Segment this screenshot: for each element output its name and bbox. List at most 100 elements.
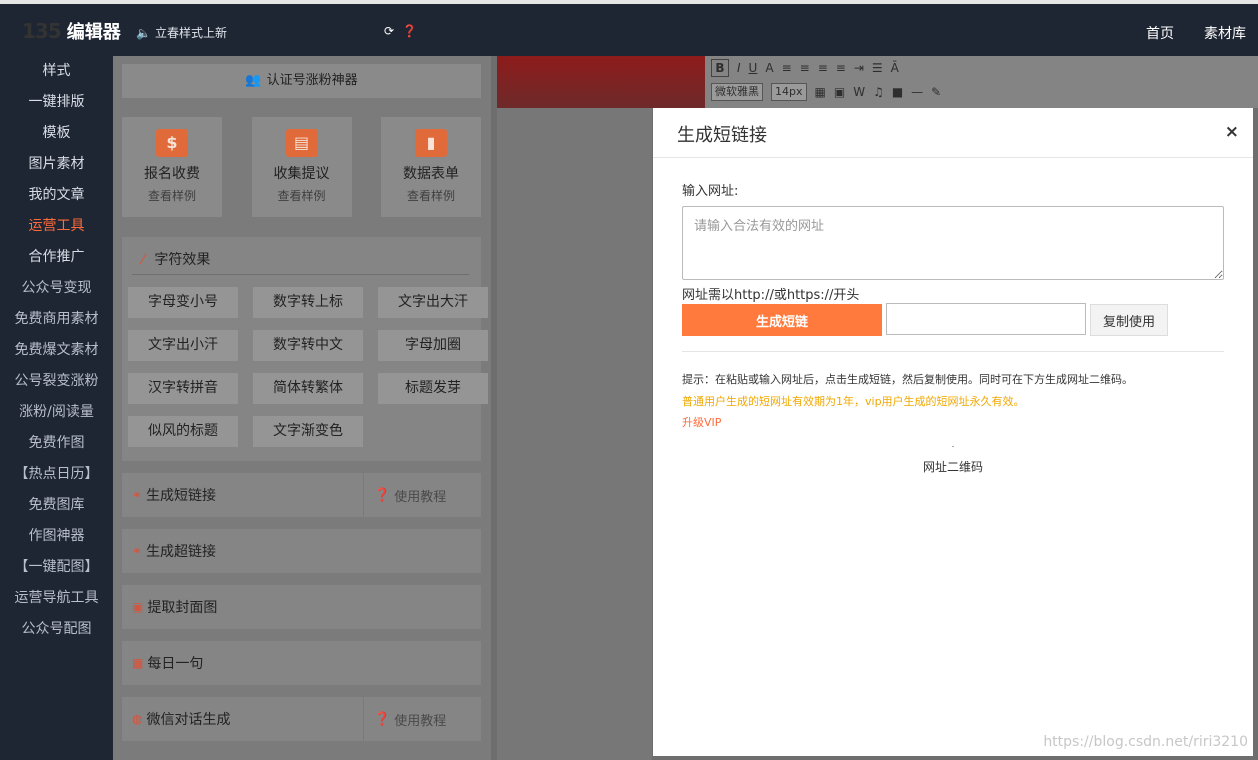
- help-circle-icon: ❓: [374, 487, 391, 503]
- effect-button[interactable]: 文字出小汗: [128, 330, 238, 361]
- tool-row-cover-image[interactable]: ▣ 提取封面图: [122, 585, 481, 629]
- tool-row-wechat-dialog[interactable]: ◍ 微信对话生成 ❓ 使用教程: [122, 697, 481, 741]
- font-size-select[interactable]: 14px: [771, 83, 807, 101]
- clear-format-icon[interactable]: Ā: [891, 61, 899, 75]
- effect-button[interactable]: 汉字转拼音: [128, 373, 238, 404]
- list-icon[interactable]: ☰: [872, 61, 883, 75]
- underline-icon[interactable]: U: [749, 61, 758, 75]
- align-center-icon[interactable]: ≡: [800, 61, 810, 75]
- nav-materials[interactable]: 素材库: [1204, 23, 1246, 43]
- short-link-result-input[interactable]: [886, 303, 1086, 335]
- short-link-modal: 生成短链接 × 输入网址: 网址需以http://或https://开头 生成短…: [653, 108, 1253, 756]
- url-hint: 网址需以http://或https://开头: [682, 288, 860, 303]
- sidebar-item-ops-tools[interactable]: 运营工具: [0, 211, 113, 242]
- copy-button[interactable]: 复制使用: [1090, 304, 1168, 336]
- logo-text: 编辑器: [66, 22, 121, 43]
- tool-row-short-link[interactable]: ⚭ 生成短链接 ❓ 使用教程: [122, 473, 481, 517]
- music-icon[interactable]: ♫: [873, 85, 884, 99]
- effect-button[interactable]: 字母变小号: [128, 287, 238, 318]
- sidebar-item-style[interactable]: 样式: [0, 56, 113, 87]
- logo[interactable]: 135 编辑器: [22, 18, 121, 44]
- announcement[interactable]: 🔈 立春样式上新: [136, 24, 227, 41]
- nav-home[interactable]: 首页: [1146, 23, 1174, 43]
- tile-sample-link[interactable]: 查看样例: [122, 187, 222, 204]
- tutorial-link[interactable]: ❓ 使用教程: [363, 697, 471, 741]
- hr-icon[interactable]: —: [911, 85, 923, 99]
- speaker-icon: 🔈: [136, 25, 151, 40]
- help-circle-icon: ❓: [374, 711, 391, 727]
- tutorial-link[interactable]: ❓ 使用教程: [363, 473, 471, 517]
- align-left-icon[interactable]: ≡: [782, 61, 792, 75]
- wechat-icon: ◍: [132, 712, 143, 726]
- font-family-select[interactable]: 微软雅黑: [711, 83, 763, 101]
- logo-mark: 135: [22, 19, 62, 43]
- sidebar-item-hot-calendar[interactable]: 【热点日历】: [0, 459, 113, 490]
- tile-collect-suggestions[interactable]: ▤ 收集提议 查看样例: [251, 117, 352, 217]
- effect-button[interactable]: 文字出大汗: [378, 287, 488, 318]
- effect-button[interactable]: 数字转中文: [253, 330, 363, 361]
- sidebar-item-free-gallery[interactable]: 免费图库: [0, 490, 113, 521]
- toolbar-row-1: B I U A ≡ ≡ ≡ ≡ ⇥ ☰ Ā: [705, 56, 1258, 80]
- sidebar-item-fans-reads[interactable]: 涨粉/阅读量: [0, 397, 113, 428]
- generate-short-link-button[interactable]: 生成短链: [682, 304, 882, 336]
- sidebar-item-ops-nav[interactable]: 运营导航工具: [0, 583, 113, 614]
- tutorial-label: 使用教程: [394, 713, 447, 729]
- justify-icon[interactable]: ≡: [836, 61, 846, 75]
- sidebar-item-partnership[interactable]: 合作推广: [0, 242, 113, 273]
- tile-title: 收集提议: [273, 166, 330, 182]
- watermark: https://blog.csdn.net/riri3210: [1043, 734, 1248, 750]
- close-icon[interactable]: ×: [1225, 122, 1239, 142]
- sidebar-item-free-drawing[interactable]: 免费作图: [0, 428, 113, 459]
- effect-button[interactable]: 文字渐变色: [253, 416, 363, 447]
- italic-icon[interactable]: I: [737, 61, 741, 75]
- align-right-icon[interactable]: ≡: [818, 61, 828, 75]
- tile-signup-fee[interactable]: $ 报名收费 查看样例: [122, 117, 222, 217]
- effect-button[interactable]: 标题发芽: [378, 373, 488, 404]
- word-icon[interactable]: W: [853, 85, 865, 99]
- eraser-icon[interactable]: ✎: [931, 85, 941, 99]
- font-color-icon[interactable]: A: [765, 61, 773, 75]
- tile-sample-link[interactable]: 查看样例: [381, 187, 481, 204]
- sidebar-item-templates[interactable]: 模板: [0, 118, 113, 149]
- sidebar-item-drawing-tool[interactable]: 作图神器: [0, 521, 113, 552]
- sidebar-item-images[interactable]: 图片素材: [0, 149, 113, 180]
- sidebar-item-one-click-image[interactable]: 【一键配图】: [0, 552, 113, 583]
- fans-tool-button[interactable]: 👥 认证号涨粉神器: [122, 64, 481, 98]
- tile-title: 报名收费: [144, 166, 200, 182]
- sidebar-item-monetize[interactable]: 公众号变现: [0, 273, 113, 304]
- tool-row-left: ⚭ 生成短链接: [132, 485, 216, 505]
- modal-divider: [682, 351, 1224, 352]
- upgrade-vip-link[interactable]: 升级VIP: [682, 414, 721, 430]
- effect-button[interactable]: 字母加圈: [378, 330, 488, 361]
- effect-button[interactable]: 似风的标题: [128, 416, 238, 447]
- sidebar-item-my-articles[interactable]: 我的文章: [0, 180, 113, 211]
- sidebar-item-free-viral[interactable]: 免费爆文素材: [0, 335, 113, 366]
- qr-code-placeholder: [952, 446, 954, 447]
- bold-icon[interactable]: B: [711, 59, 729, 77]
- tile-sample-link[interactable]: 查看样例: [252, 187, 352, 204]
- sidebar-item-account-image[interactable]: 公众号配图: [0, 614, 113, 645]
- tool-row-daily-quote[interactable]: ▦ 每日一句: [122, 641, 481, 685]
- toolbar-row-2: 微软雅黑 14px ▦ ▣ W ♫ ■ — ✎: [705, 80, 1258, 104]
- url-input[interactable]: [682, 206, 1224, 280]
- char-effects-title: 字符效果: [154, 251, 211, 268]
- link-icon: ⚭: [132, 544, 143, 558]
- sidebar-item-fission[interactable]: 公号裂变涨粉: [0, 366, 113, 397]
- table-icon[interactable]: ▦: [815, 85, 826, 99]
- help-icon[interactable]: ❓: [402, 24, 417, 38]
- effect-button[interactable]: 简体转繁体: [253, 373, 363, 404]
- festive-banner: [497, 56, 705, 108]
- effect-button[interactable]: 数字转上标: [253, 287, 363, 318]
- tool-row-left: ▦ 每日一句: [132, 653, 203, 673]
- sidebar-item-one-click-layout[interactable]: 一键排版: [0, 87, 113, 118]
- video-icon[interactable]: ■: [892, 85, 903, 99]
- modal-title: 生成短链接: [677, 125, 767, 146]
- tile-data-form[interactable]: ▮ 数据表单 查看样例: [381, 117, 481, 217]
- tool-row-hyperlink[interactable]: ⚭ 生成超链接: [122, 529, 481, 573]
- refresh-icon[interactable]: ⟳: [384, 24, 394, 38]
- image-icon[interactable]: ▣: [834, 85, 845, 99]
- tool-row-label: 每日一句: [147, 656, 204, 672]
- users-icon: 👥: [245, 73, 262, 88]
- sidebar-item-free-commercial[interactable]: 免费商用素材: [0, 304, 113, 335]
- indent-icon[interactable]: ⇥: [854, 61, 864, 75]
